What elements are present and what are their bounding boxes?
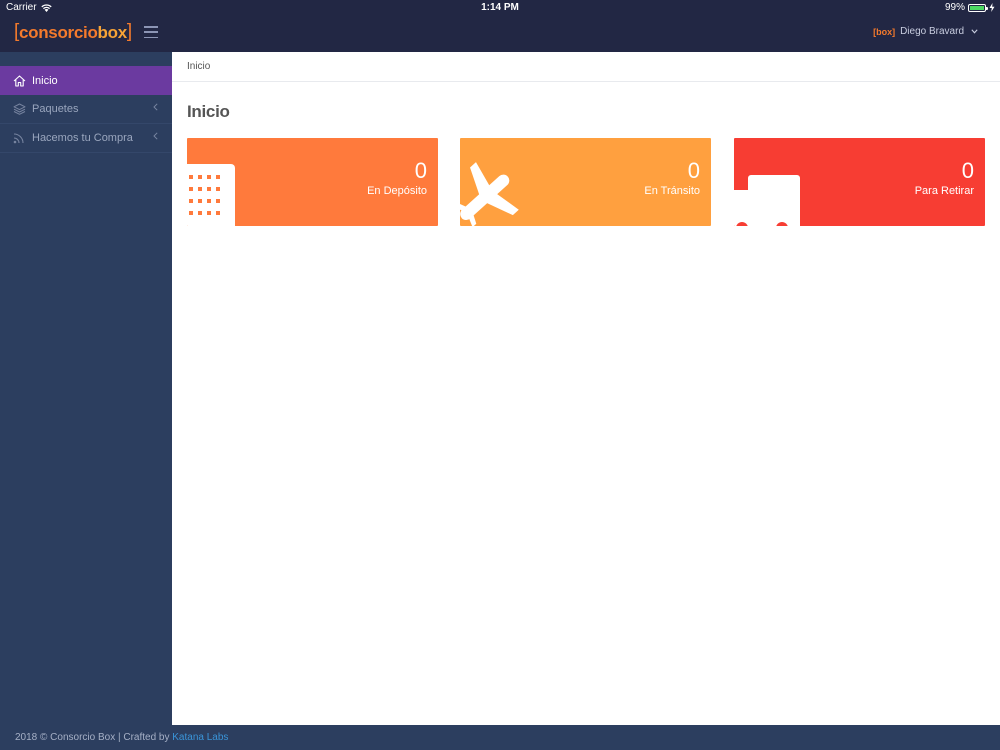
footer: 2018 © Consorcio Box | Crafted by Katana…: [0, 725, 1000, 750]
charging-icon: [989, 3, 995, 12]
user-logo: [box]: [873, 26, 896, 37]
sidebar-item-label: Hacemos tu Compra: [32, 132, 133, 144]
sidebar-item-label: Paquetes: [32, 103, 79, 115]
battery-icon: [968, 3, 988, 12]
footer-link-katana-labs[interactable]: Katana Labs: [172, 732, 228, 743]
sidebar-item-paquetes[interactable]: Paquetes: [0, 95, 172, 124]
user-menu[interactable]: [box] Diego Bravard: [873, 26, 978, 37]
user-name: Diego Bravard: [900, 26, 964, 37]
footer-text: 2018 © Consorcio Box | Crafted by: [15, 732, 173, 743]
battery-indicator: 99%: [945, 2, 995, 13]
card-value: 0: [687, 158, 700, 183]
truck-icon: [734, 175, 800, 226]
stat-card-para-retirar[interactable]: 0 Para Retirar: [734, 138, 985, 226]
card-value: 0: [414, 158, 427, 183]
sidebar: Inicio Paquetes Hacemos tu Compra: [0, 52, 172, 725]
main-content: Inicio Inicio 0 En Depósito 0 En Tránsit…: [172, 52, 1000, 725]
status-bar: Carrier 1:14 PM 99%: [0, 0, 1000, 15]
home-icon: [12, 74, 26, 88]
layers-icon: [12, 102, 26, 116]
menu-toggle-icon[interactable]: [144, 26, 158, 38]
stat-card-en-deposito[interactable]: 0 En Depósito: [187, 138, 438, 226]
chevron-down-icon: [971, 29, 978, 34]
clock: 1:14 PM: [481, 2, 519, 13]
rss-icon: [12, 131, 26, 145]
card-label: En Tránsito: [644, 185, 700, 197]
card-label: En Depósito: [367, 185, 427, 197]
chevron-left-icon: [153, 132, 158, 140]
page-title: Inicio: [187, 102, 230, 121]
breadcrumb-item-inicio[interactable]: Inicio: [187, 61, 210, 72]
chevron-left-icon: [153, 103, 158, 111]
top-navbar: [ consorcio box ] [box] Diego Bravard: [0, 15, 1000, 52]
sidebar-item-hacemos-tu-compra[interactable]: Hacemos tu Compra: [0, 124, 172, 153]
logo-text-box: box: [97, 23, 128, 42]
breadcrumb: Inicio: [172, 52, 1000, 82]
sidebar-item-inicio[interactable]: Inicio: [0, 66, 172, 95]
brand-logo[interactable]: [ consorcio box ]: [14, 21, 132, 43]
logo-text-consorcio: consorcio: [18, 23, 98, 42]
plane-icon: [460, 162, 519, 226]
sidebar-item-label: Inicio: [32, 74, 58, 87]
card-value: 0: [961, 158, 974, 183]
card-label: Para Retirar: [914, 185, 974, 197]
battery-percent: 99%: [944, 2, 965, 13]
stat-card-en-transito[interactable]: 0 En Tránsito: [460, 138, 711, 226]
building-icon: [187, 164, 235, 226]
